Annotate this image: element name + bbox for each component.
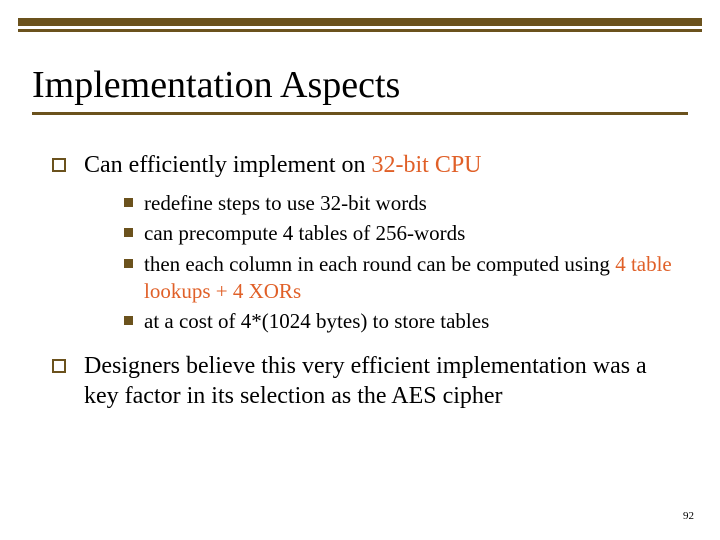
sub-bullets: redefine steps to use 32-bit words can p… [124, 190, 680, 335]
bullet-level2: at a cost of 4*(1024 bytes) to store tab… [124, 308, 680, 335]
square-filled-icon [124, 228, 133, 237]
page-number: 92 [683, 510, 694, 522]
accent-text: 32-bit CPU [371, 152, 481, 178]
bullet-level2: can precompute 4 tables of 256-words [124, 220, 680, 247]
bullet-text: Designers believe this very efficient im… [84, 351, 680, 411]
rule-thin [18, 29, 702, 32]
title-block: Implementation Aspects [32, 64, 688, 115]
rule-thick [18, 18, 702, 26]
bullet-level2: redefine steps to use 32-bit words [124, 190, 680, 217]
square-filled-icon [124, 198, 133, 207]
title-underline [32, 112, 688, 115]
slide-title: Implementation Aspects [32, 64, 688, 108]
slide: Implementation Aspects Can efficiently i… [0, 0, 720, 540]
bullet-level2: then each column in each round can be co… [124, 251, 680, 306]
bullet-level1: Designers believe this very efficient im… [52, 351, 680, 411]
square-open-icon [52, 359, 66, 373]
slide-body: Can efficiently implement on 32-bit CPU … [52, 150, 680, 421]
square-open-icon [52, 158, 66, 172]
text-segment: Can efficiently implement on [84, 152, 371, 178]
bullet-text: at a cost of 4*(1024 bytes) to store tab… [144, 308, 680, 335]
bullet-text: then each column in each round can be co… [144, 251, 680, 306]
text-segment: then each column in each round can be co… [144, 252, 615, 276]
square-filled-icon [124, 316, 133, 325]
bullet-level1: Can efficiently implement on 32-bit CPU [52, 150, 680, 180]
bullet-text: can precompute 4 tables of 256-words [144, 220, 680, 247]
bullet-text: Can efficiently implement on 32-bit CPU [84, 150, 680, 180]
header-rule [18, 18, 702, 32]
bullet-text: redefine steps to use 32-bit words [144, 190, 680, 217]
square-filled-icon [124, 259, 133, 268]
